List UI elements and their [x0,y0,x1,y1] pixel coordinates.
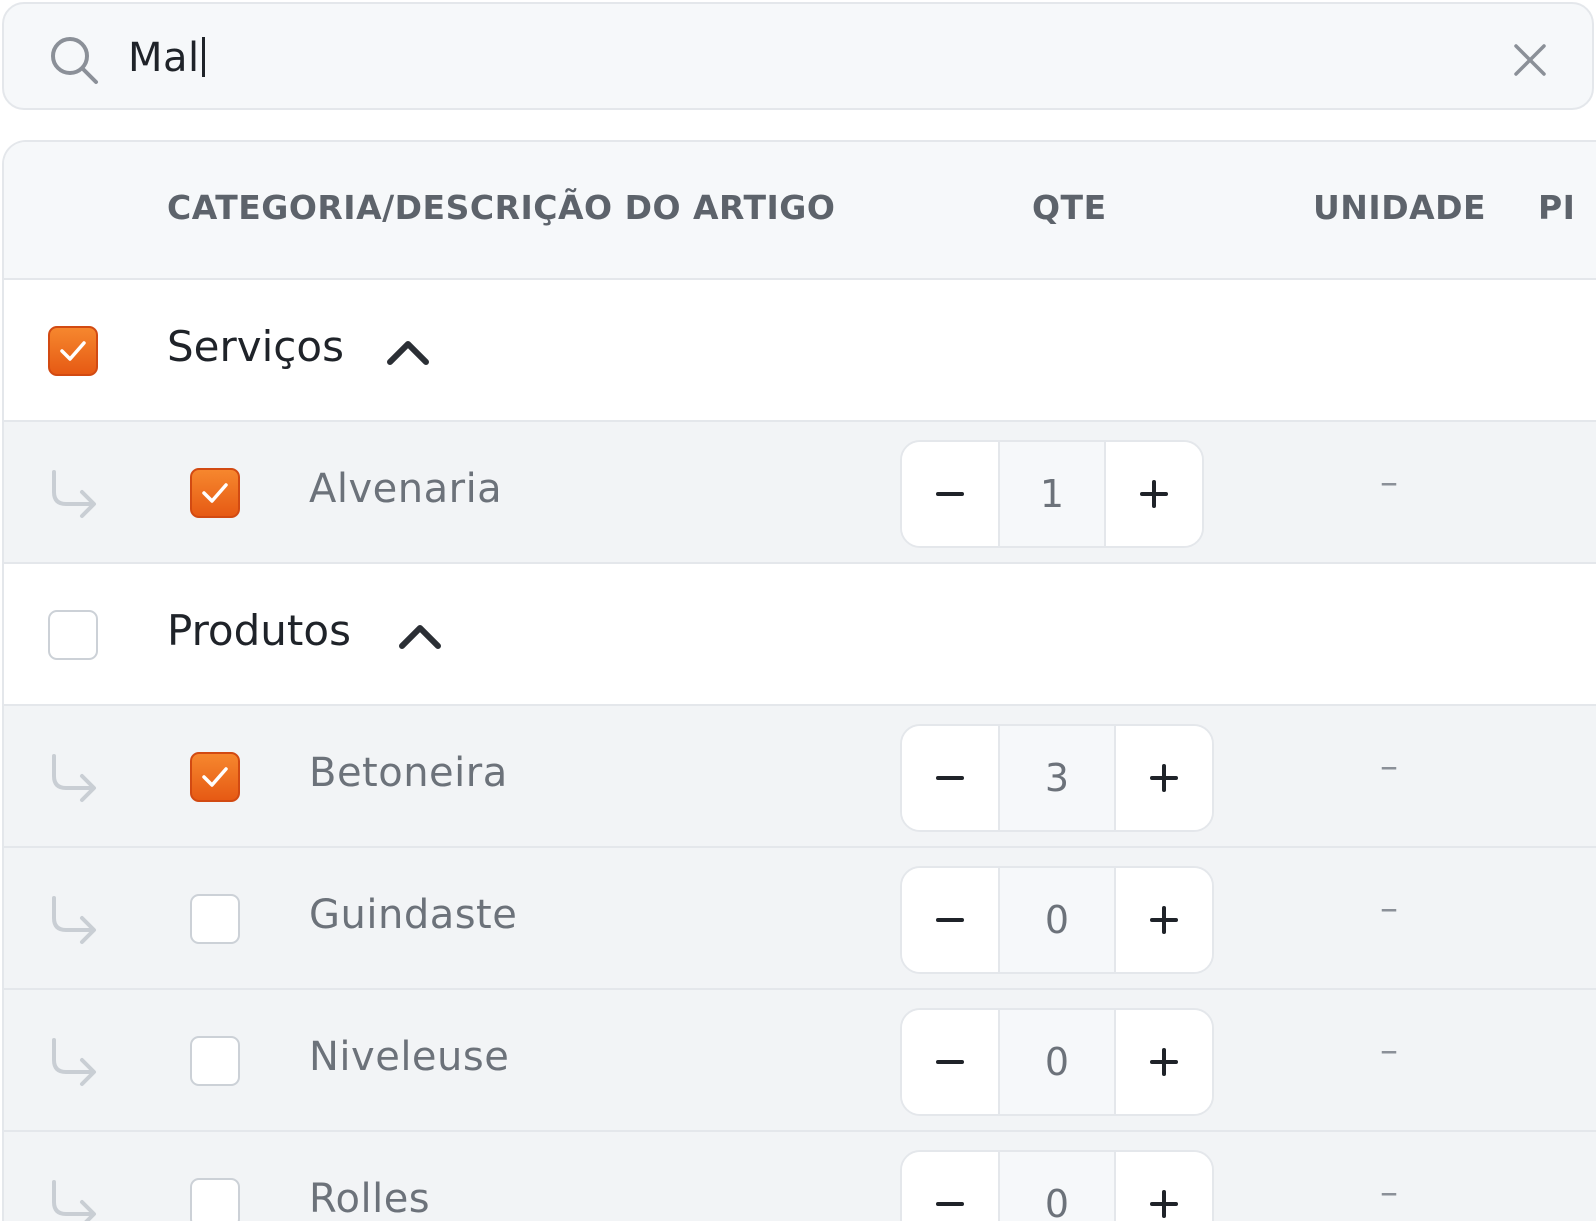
plus-icon [1150,906,1178,934]
quantity-value[interactable]: 0 [998,1152,1116,1221]
item-checkbox[interactable] [190,1178,240,1221]
increment-button[interactable] [1116,868,1212,972]
quantity-value[interactable]: 0 [998,1010,1116,1114]
decrement-button[interactable] [902,1152,998,1221]
search-bar[interactable]: Mal [2,2,1594,110]
increment-button[interactable] [1106,442,1202,546]
quantity-stepper[interactable]: 3 [900,724,1214,832]
minus-icon [936,776,964,780]
item-row[interactable]: Guindaste 0 – [4,848,1596,990]
item-row[interactable]: Rolles 0 – [4,1132,1596,1221]
check-icon [202,767,228,787]
unit-value: – [1380,462,1398,503]
decrement-button[interactable] [902,726,998,830]
quantity-stepper[interactable]: 0 [900,866,1214,974]
plus-icon [1140,480,1168,508]
increment-button[interactable] [1116,1010,1212,1114]
unit-value: – [1380,1172,1398,1213]
item-row[interactable]: Niveleuse 0 – [4,990,1596,1132]
decrement-button[interactable] [902,1010,998,1114]
unit-value: – [1380,888,1398,929]
category-row-servicos[interactable]: Serviços [4,280,1596,422]
quantity-value[interactable]: 1 [998,442,1106,546]
text-cursor [201,37,205,77]
plus-icon [1150,764,1178,792]
chevron-up-icon[interactable] [396,616,444,656]
quantity-stepper[interactable]: 1 [900,440,1204,548]
quantity-stepper[interactable]: 0 [900,1150,1214,1221]
category-label: Serviços [167,322,344,371]
item-row[interactable]: Alvenaria 1 – [4,422,1596,564]
plus-icon [1150,1048,1178,1076]
category-checkbox-produtos[interactable] [48,610,98,660]
close-icon[interactable] [1510,40,1550,80]
minus-icon [936,492,964,496]
subdirectory-arrow-icon [52,470,96,518]
item-label: Guindaste [309,892,518,938]
quantity-stepper[interactable]: 0 [900,1008,1214,1116]
plus-icon [1150,1190,1178,1218]
decrement-button[interactable] [902,442,998,546]
item-checkbox[interactable] [190,752,240,802]
subdirectory-arrow-icon [52,754,96,802]
increment-button[interactable] [1116,1152,1212,1221]
table-header: CATEGORIA/DESCRIÇÃO DO ARTIGO QTE UNIDAD… [4,142,1596,280]
minus-icon [936,1060,964,1064]
search-input[interactable]: Mal [128,32,205,84]
item-checkbox[interactable] [190,894,240,944]
item-label: Rolles [309,1176,431,1221]
minus-icon [936,1202,964,1206]
category-row-produtos[interactable]: Produtos [4,564,1596,706]
search-query-text: Mal [128,35,200,81]
category-checkbox-servicos[interactable] [48,326,98,376]
search-icon [51,37,98,84]
column-header-price[interactable]: PI [1538,188,1575,227]
quantity-value[interactable]: 3 [998,726,1116,830]
subdirectory-arrow-icon [52,1180,96,1221]
subdirectory-arrow-icon [52,1038,96,1086]
quantity-value[interactable]: 0 [998,868,1116,972]
decrement-button[interactable] [902,868,998,972]
increment-button[interactable] [1116,726,1212,830]
item-checkbox[interactable] [190,1036,240,1086]
chevron-up-icon[interactable] [384,332,432,372]
items-table: CATEGORIA/DESCRIÇÃO DO ARTIGO QTE UNIDAD… [2,140,1596,1221]
unit-value: – [1380,1030,1398,1071]
check-icon [202,483,228,503]
item-row[interactable]: Betoneira 3 – [4,706,1596,848]
column-header-description[interactable]: CATEGORIA/DESCRIÇÃO DO ARTIGO [167,188,835,227]
item-label: Betoneira [309,750,508,796]
column-header-unit[interactable]: UNIDADE [1313,188,1486,227]
item-label: Alvenaria [309,466,503,512]
unit-value: – [1380,746,1398,787]
category-label: Produtos [167,606,351,655]
subdirectory-arrow-icon [52,896,96,944]
check-icon [60,341,86,361]
minus-icon [936,918,964,922]
item-checkbox[interactable] [190,468,240,518]
item-label: Niveleuse [309,1034,510,1080]
column-header-quantity[interactable]: QTE [1032,188,1107,227]
